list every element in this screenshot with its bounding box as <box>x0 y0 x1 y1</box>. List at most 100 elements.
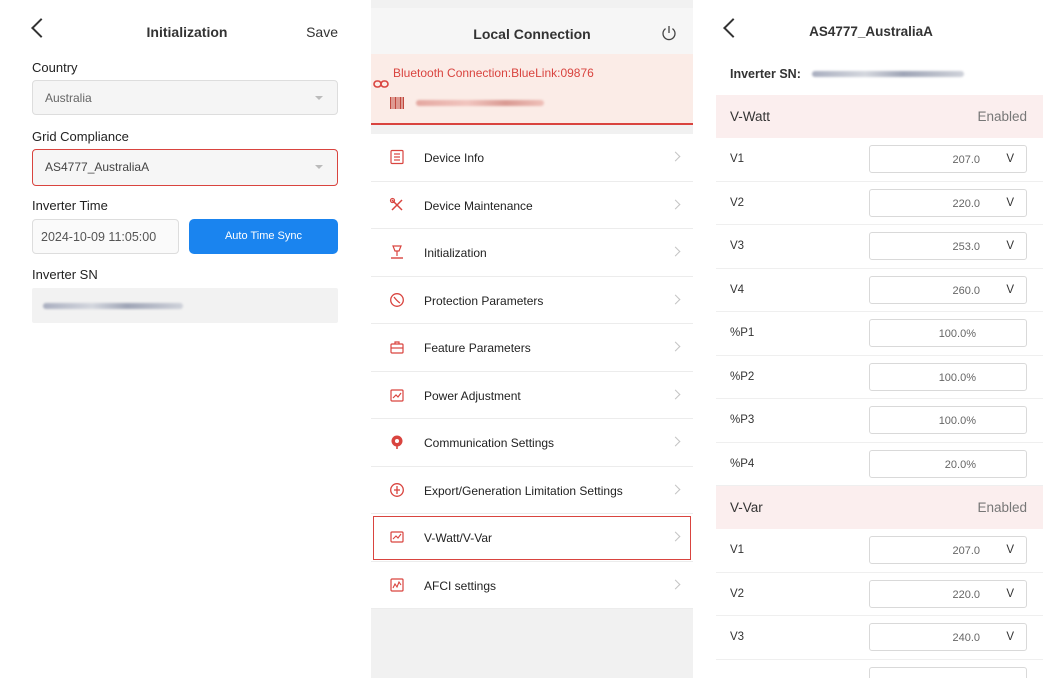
param-row: V4 260.0 V <box>716 268 1043 312</box>
menu-label: Device Info <box>424 151 485 165</box>
auto-time-sync-button[interactable]: Auto Time Sync <box>189 219 338 254</box>
inverter-sn-field <box>32 288 338 323</box>
status-badge[interactable]: Enabled <box>977 109 1027 124</box>
param-unit: V <box>1006 196 1014 209</box>
monitor-icon <box>390 531 404 543</box>
inverter-time-label: Inverter Time <box>32 198 108 213</box>
chevron-right-icon <box>670 579 681 589</box>
section-v-watt: V-Watt Enabled <box>716 95 1043 138</box>
chevron-right-icon <box>670 199 681 209</box>
param-row: %P2 100.0% <box>716 355 1043 399</box>
country-select[interactable]: Australia <box>32 80 338 115</box>
param-unit: V <box>1006 587 1014 600</box>
init-icon <box>391 245 403 259</box>
menu-item-export-generation-limitation[interactable]: Export/Generation Limitation Settings <box>371 466 693 514</box>
section-v-var: V-Var Enabled <box>716 486 1043 529</box>
chevron-down-icon <box>315 96 323 100</box>
param-input[interactable]: 100.0% <box>869 319 1027 347</box>
grid-code-screen: AS4777_AustraliaA Inverter SN: V-Watt En… <box>716 0 1043 678</box>
redacted-serial <box>43 303 183 309</box>
param-name: V2 <box>730 587 745 600</box>
chevron-right-icon <box>670 294 681 304</box>
menu-item-afci-settings[interactable]: AFCI settings <box>371 561 693 609</box>
grid-compliance-select[interactable]: AS4777_AustraliaA <box>32 149 338 186</box>
param-name: V3 <box>730 631 745 643</box>
power-icon[interactable] <box>661 25 677 41</box>
param-input[interactable]: 207.0 V <box>869 536 1027 564</box>
toolbox-icon <box>390 341 404 354</box>
menu-item-v-watt-v-var[interactable]: V-Watt/V-Var <box>371 514 693 562</box>
menu-item-communication-settings[interactable]: Communication Settings <box>371 419 693 467</box>
param-input[interactable]: 260.0 V <box>869 275 1027 304</box>
param-value: 207.0 <box>952 545 980 557</box>
param-input[interactable]: 240.0 V <box>869 623 1027 651</box>
param-input[interactable]: 220.0 V <box>869 579 1027 608</box>
param-value: 100.0% <box>938 371 976 384</box>
country-value: Australia <box>45 91 92 105</box>
menu-label: Export/Generation Limitation Settings <box>424 483 623 498</box>
inverter-sn-row: Inverter SN: <box>716 52 1043 95</box>
menu-label: Power Adjustment <box>424 388 521 403</box>
menu-item-power-adjustment[interactable]: Power Adjustment <box>371 371 693 419</box>
param-value: 20.0% <box>944 458 976 471</box>
header: Local Connection <box>371 8 693 54</box>
param-input[interactable]: 100.0% <box>869 406 1027 434</box>
document-icon <box>390 149 404 165</box>
param-value: 207.0 <box>952 154 980 166</box>
param-input[interactable]: 220.0 V <box>869 188 1027 217</box>
tools-icon <box>389 197 403 211</box>
param-value: 220.0 <box>952 588 980 601</box>
initialization-screen: Initialization Save Country Australia Gr… <box>24 0 350 678</box>
chevron-right-icon <box>670 341 681 352</box>
param-name: V1 <box>730 153 745 165</box>
param-name: V4 <box>730 283 745 296</box>
menu-item-feature-parameters[interactable]: Feature Parameters <box>371 324 693 372</box>
header: Initialization Save <box>24 8 350 52</box>
param-input[interactable]: 207.0 V <box>869 145 1027 173</box>
param-name: %P2 <box>730 370 755 383</box>
menu-label: Communication Settings <box>424 436 555 450</box>
param-name: V2 <box>730 196 745 209</box>
menu-item-initialization[interactable]: Initialization <box>371 229 693 277</box>
param-input[interactable]: 20.0% <box>869 449 1027 478</box>
param-row-partial <box>716 659 1043 678</box>
param-name: V3 <box>730 240 745 252</box>
save-button[interactable]: Save <box>306 24 338 40</box>
param-input[interactable] <box>869 666 1027 678</box>
param-name: %P4 <box>730 457 755 470</box>
inverter-time-field[interactable]: 2024-10-09 11:05:00 <box>32 219 179 254</box>
bluetooth-text: Bluetooth Connection:BlueLink:09876 <box>393 66 594 80</box>
param-value: 240.0 <box>952 632 980 644</box>
menu-label: Initialization <box>424 246 487 260</box>
shield-icon <box>390 292 404 307</box>
status-badge[interactable]: Enabled <box>977 500 1027 515</box>
local-connection-screen: Local Connection Bluetooth Connection:Bl… <box>371 0 693 678</box>
section-title: V-Watt <box>730 109 771 124</box>
param-name: %P1 <box>730 327 755 339</box>
connection-info: Bluetooth Connection:BlueLink:09876 <box>371 54 693 125</box>
param-unit: V <box>1006 544 1014 556</box>
param-row: V3 240.0 V <box>716 616 1043 660</box>
menu-label: Device Maintenance <box>424 198 533 213</box>
param-unit: V <box>1006 631 1014 643</box>
grid-compliance-label: Grid Compliance <box>32 129 129 144</box>
param-name: V1 <box>730 544 745 556</box>
menu-label: V-Watt/V-Var <box>424 531 493 545</box>
param-row: V3 253.0 V <box>716 225 1043 269</box>
chart-icon <box>390 388 404 402</box>
param-row: V1 207.0 V <box>716 138 1043 182</box>
redacted-serial <box>416 100 544 106</box>
param-input[interactable]: 100.0% <box>869 362 1027 391</box>
menu-item-protection-parameters[interactable]: Protection Parameters <box>371 276 693 324</box>
form: Country Australia Grid Compliance AS4777… <box>24 52 350 678</box>
barcode-icon <box>390 97 404 109</box>
page-title: Initialization <box>146 24 228 40</box>
menu-item-device-info[interactable]: Device Info <box>371 134 693 182</box>
menu-item-device-maintenance[interactable]: Device Maintenance <box>371 181 693 229</box>
param-input[interactable]: 253.0 V <box>869 232 1027 260</box>
header: AS4777_AustraliaA <box>716 8 1043 52</box>
country-label: Country <box>32 60 78 75</box>
wave-chart-icon <box>390 577 404 592</box>
param-row: %P3 100.0% <box>716 399 1043 443</box>
settings-menu: Device Info Device Maintenance Initializ… <box>371 134 693 609</box>
